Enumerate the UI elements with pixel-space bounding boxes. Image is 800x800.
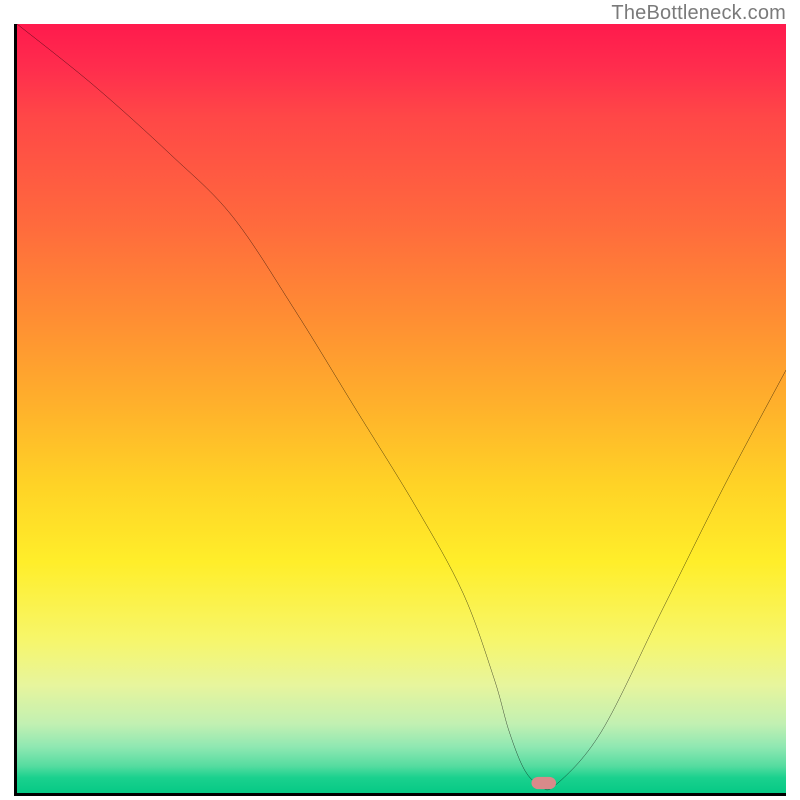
chart-plot-area — [14, 24, 786, 796]
watermark-text: TheBottleneck.com — [611, 2, 786, 25]
chart-background-gradient — [17, 24, 786, 793]
